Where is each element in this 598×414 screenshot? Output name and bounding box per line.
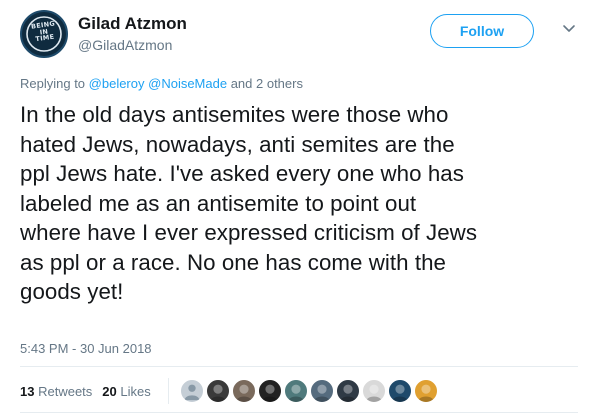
liker-avatar-9[interactable] bbox=[388, 379, 412, 403]
avatar-logo-text: BEING IN TIME bbox=[30, 19, 56, 44]
replying-to-line: Replying to @beleroy @NoiseMade and 2 ot… bbox=[20, 76, 303, 91]
person-icon bbox=[184, 384, 200, 401]
divider bbox=[20, 412, 578, 413]
likes-label: Likes bbox=[120, 384, 151, 399]
liker-avatar-7[interactable] bbox=[336, 379, 360, 403]
face-icon bbox=[339, 384, 357, 402]
retweets-label: Retweets bbox=[38, 384, 93, 399]
replying-to-prefix: Replying to bbox=[20, 76, 89, 91]
author-display-name[interactable]: Gilad Atzmon bbox=[78, 14, 187, 34]
liker-avatar-4[interactable] bbox=[258, 379, 282, 403]
follow-button[interactable]: Follow bbox=[430, 14, 534, 48]
mention-link-beleroy[interactable]: @beleroy bbox=[89, 76, 145, 91]
chevron-down-icon[interactable] bbox=[562, 24, 576, 34]
liker-avatar-2[interactable] bbox=[206, 379, 230, 403]
face-icon bbox=[365, 384, 383, 402]
stats-divider bbox=[168, 378, 169, 404]
likes-stat[interactable]: 20 Likes bbox=[102, 384, 150, 399]
face-icon bbox=[235, 384, 253, 402]
face-icon bbox=[287, 384, 305, 402]
liker-avatar-3[interactable] bbox=[232, 379, 256, 403]
default-avatar-icon[interactable] bbox=[180, 379, 204, 403]
face-icon bbox=[313, 384, 331, 402]
liker-avatar-8[interactable] bbox=[362, 379, 386, 403]
mention-link-noisemade[interactable]: @NoiseMade bbox=[148, 76, 227, 91]
face-icon bbox=[391, 384, 409, 402]
liker-avatar-6[interactable] bbox=[310, 379, 334, 403]
face-icon bbox=[261, 384, 279, 402]
tweet-header: BEING IN TIME Gilad Atzmon @GiladAtzmon … bbox=[20, 10, 582, 60]
face-icon bbox=[209, 384, 227, 402]
retweets-stat[interactable]: 13 Retweets bbox=[20, 384, 92, 399]
liker-avatar-10[interactable] bbox=[414, 379, 438, 403]
divider bbox=[20, 366, 578, 367]
tweet-stats: 13 Retweets 20 Likes bbox=[20, 384, 161, 399]
author-avatar[interactable]: BEING IN TIME bbox=[20, 10, 68, 58]
replying-to-suffix[interactable]: and 2 others bbox=[227, 76, 303, 91]
likes-count: 20 bbox=[102, 384, 117, 399]
liker-avatar-5[interactable] bbox=[284, 379, 308, 403]
author-names: Gilad Atzmon @GiladAtzmon bbox=[78, 14, 187, 54]
retweets-count: 13 bbox=[20, 384, 35, 399]
author-handle[interactable]: @GiladAtzmon bbox=[78, 36, 187, 54]
face-icon bbox=[417, 384, 435, 402]
tweet-timestamp[interactable]: 5:43 PM - 30 Jun 2018 bbox=[20, 341, 152, 356]
tweet-text: In the old days antisemites were those w… bbox=[20, 102, 478, 304]
